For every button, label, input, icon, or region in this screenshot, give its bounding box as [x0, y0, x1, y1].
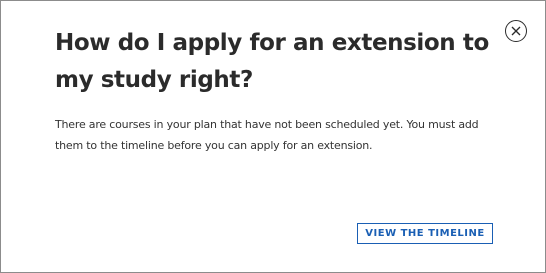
view-timeline-button[interactable]: VIEW THE TIMELINE: [357, 223, 493, 244]
dialog-message: There are courses in your plan that have…: [55, 118, 479, 152]
dialog-title: How do I apply for an extension to my st…: [55, 30, 489, 93]
close-button[interactable]: [505, 20, 527, 42]
close-icon: [511, 26, 521, 36]
extension-dialog: How do I apply for an extension to my st…: [0, 0, 546, 273]
